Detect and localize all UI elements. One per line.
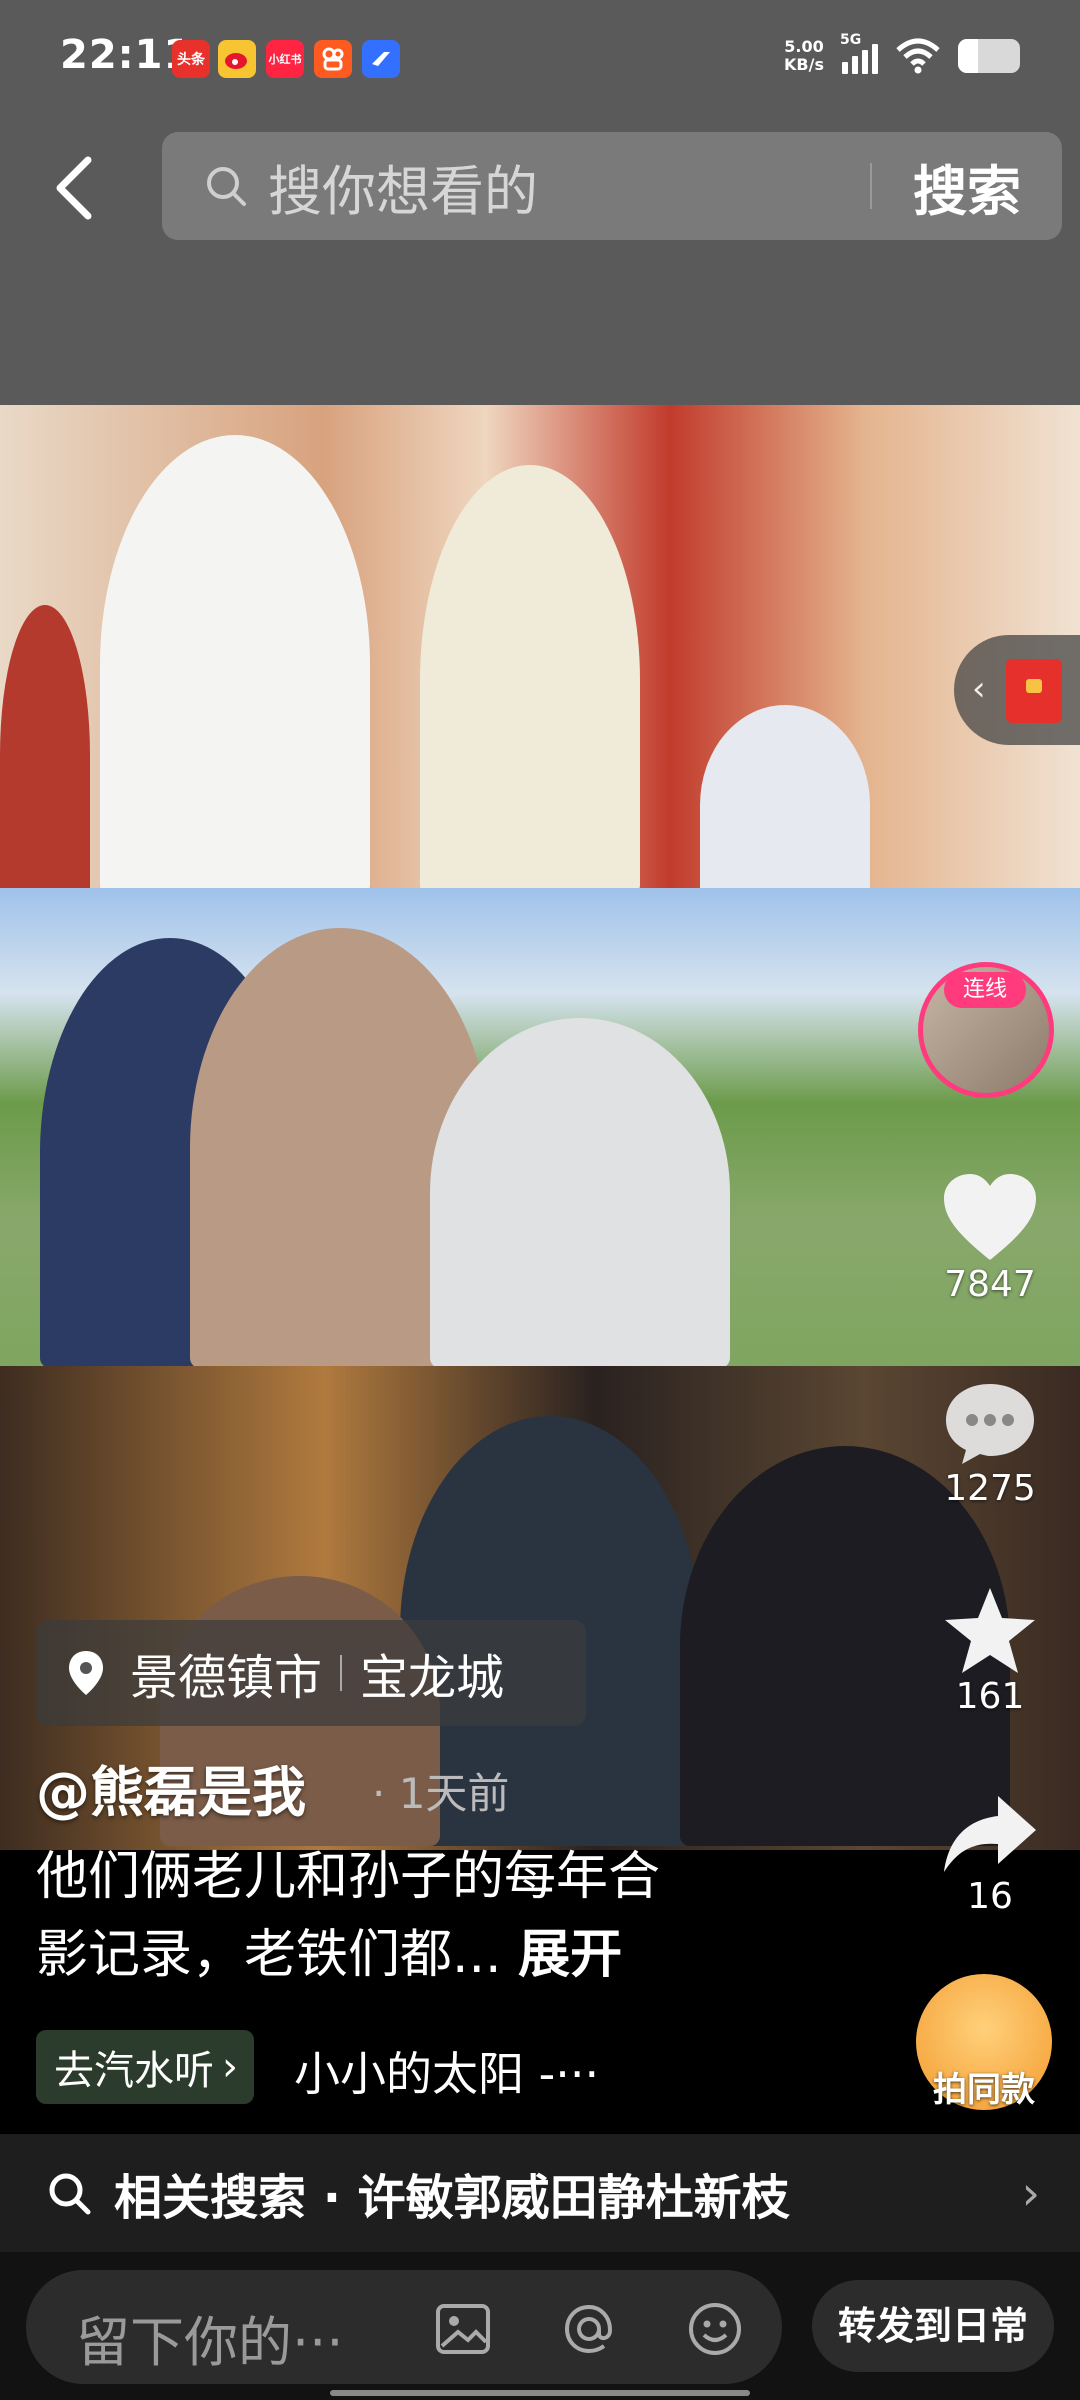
share-count: 16 bbox=[967, 1876, 1013, 1917]
status-indicators: 5.00 KB/s 5G bbox=[784, 32, 1020, 74]
net-speed-value: 5.00 bbox=[784, 37, 824, 56]
net-speed-unit: KB/s bbox=[784, 55, 824, 74]
comment-input[interactable]: 留下你的··· bbox=[26, 2270, 782, 2384]
related-search-bar[interactable]: 相关搜索 · 许敏郭威田静杜新枝 › bbox=[0, 2134, 1080, 2252]
share-arrow-icon bbox=[944, 1796, 1036, 1872]
shoot-same-style-label: 拍同款 bbox=[933, 2070, 1035, 2110]
music-title[interactable]: 小小的太阳 -··· bbox=[294, 2038, 599, 2104]
red-envelope-icon bbox=[1006, 659, 1062, 723]
cell-signal-icon: 5G bbox=[840, 32, 878, 74]
chevron-right-icon: › bbox=[222, 2044, 238, 2090]
comment-placeholder: 留下你的··· bbox=[76, 2311, 344, 2374]
favorite-button[interactable]: 161 bbox=[920, 1584, 1060, 1717]
post-caption: 他们俩老儿和孙子的每年合 影记录，老铁们都... 展开 bbox=[36, 1838, 796, 1994]
open-in-qishui-button[interactable]: 去汽水听 › bbox=[36, 2030, 254, 2104]
heart-icon bbox=[944, 1174, 1036, 1260]
status-bar: 22:11 头条 小红书 5.00 KB/s 5G bbox=[0, 0, 1080, 118]
location-place: 宝龙城 bbox=[360, 1650, 505, 1706]
location-divider bbox=[340, 1655, 343, 1691]
chevron-right-icon: › bbox=[1021, 2166, 1040, 2220]
caption-line-2: 影记录，老铁们都... 展开 bbox=[36, 1916, 796, 1994]
live-link-badge: 连线 bbox=[944, 972, 1026, 1008]
caption-line-2-text: 影记录，老铁们都... bbox=[36, 1925, 502, 1985]
author-name[interactable]: @熊磊是我 bbox=[36, 1748, 306, 1827]
comment-count: 1275 bbox=[944, 1468, 1036, 1509]
related-search-text: 相关搜索 · 许敏郭威田静杜新枝 bbox=[114, 2170, 790, 2226]
home-indicator[interactable] bbox=[330, 2390, 750, 2396]
chevron-left-icon: ‹ bbox=[972, 669, 986, 709]
image-icon[interactable] bbox=[434, 2300, 492, 2358]
location-tag[interactable]: 景德镇市 宝龙城 bbox=[36, 1620, 586, 1726]
xiaohongshu-icon: 小红书 bbox=[266, 40, 304, 78]
mention-icon[interactable] bbox=[560, 2300, 618, 2358]
comment-icon bbox=[946, 1384, 1034, 1464]
comment-button[interactable]: 1275 bbox=[920, 1378, 1060, 1509]
feishu-icon bbox=[362, 40, 400, 78]
toutiao-icon: 头条 bbox=[172, 40, 210, 78]
search-bar[interactable]: 搜你想看的 搜索 bbox=[162, 132, 1062, 240]
red-packet-tab[interactable]: ‹ bbox=[954, 635, 1080, 745]
video-photo-2[interactable] bbox=[0, 888, 1080, 1366]
back-arrow-icon bbox=[56, 156, 92, 220]
location-pin-icon bbox=[66, 1649, 106, 1697]
post-time: · 1天前 bbox=[372, 1769, 510, 1818]
back-button[interactable] bbox=[44, 148, 104, 228]
location-city: 景德镇市 bbox=[130, 1650, 323, 1706]
search-button[interactable]: 搜索 bbox=[872, 147, 1062, 226]
weibo-icon bbox=[218, 40, 256, 78]
like-button[interactable]: 7847 bbox=[920, 1172, 1060, 1305]
battery-icon bbox=[958, 39, 1020, 73]
share-button[interactable]: 16 bbox=[920, 1790, 1060, 1917]
like-count: 7847 bbox=[944, 1264, 1036, 1305]
share-to-daily-button[interactable]: 转发到日常 bbox=[812, 2280, 1054, 2372]
kuaishou-icon bbox=[314, 40, 352, 78]
video-photo-1[interactable] bbox=[0, 405, 1080, 888]
expand-caption-button[interactable]: 展开 bbox=[518, 1925, 622, 1985]
bottom-bar: 留下你的··· 转发到日常 bbox=[0, 2252, 1080, 2400]
music-chip-label: 去汽水听 bbox=[54, 2048, 214, 2094]
network-type: 5G bbox=[840, 32, 862, 48]
star-icon bbox=[945, 1588, 1035, 1673]
search-input[interactable]: 搜你想看的 bbox=[268, 147, 870, 226]
net-speed: 5.00 KB/s bbox=[784, 38, 824, 74]
favorite-count: 161 bbox=[955, 1676, 1025, 1717]
emoji-icon[interactable] bbox=[686, 2300, 744, 2358]
search-icon bbox=[46, 2170, 92, 2216]
caption-line-1: 他们俩老儿和孙子的每年合 bbox=[36, 1847, 661, 1907]
search-icon bbox=[204, 164, 248, 208]
wifi-icon bbox=[896, 38, 940, 74]
